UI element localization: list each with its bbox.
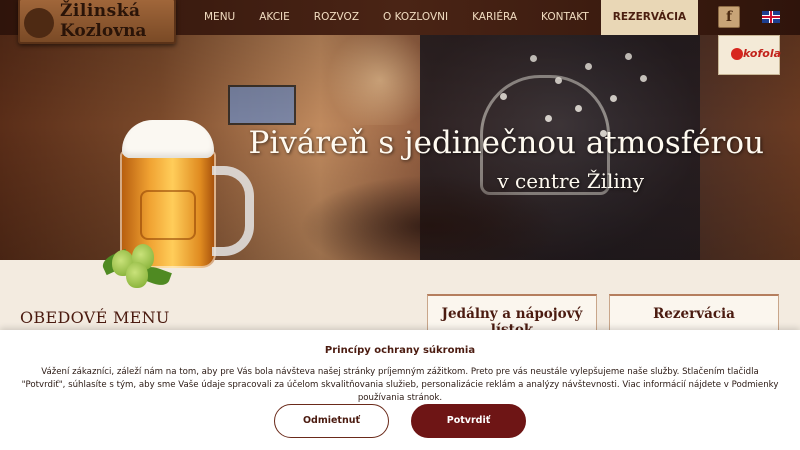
reservation-card-title: Rezervácia [653,306,735,322]
kofola-logo[interactable]: kofola [718,35,782,75]
goat-logo-icon [24,8,54,38]
decline-button[interactable]: Odmietnuť [274,404,389,438]
nav-item-o-kozlovni[interactable]: O KOZLOVNI [371,0,460,35]
logo-line-1: Žilinská [60,1,141,21]
logo[interactable]: Žilinská Kozlovna [18,0,176,44]
kofola-label: kofola [743,47,782,60]
main-nav: MENU AKCIE ROZVOZ O KOZLOVNI KARIÉRA KON… [192,0,699,35]
kofola-heart-icon [731,48,743,60]
facebook-icon[interactable]: f [718,6,740,28]
nav-item-kontakt[interactable]: KONTAKT [529,0,601,35]
confirm-button[interactable]: Potvrdiť [411,404,526,438]
nav-item-kariera[interactable]: KARIÉRA [460,0,529,35]
hero-subtitle: v centre Žiliny [497,169,644,193]
cookie-text: Vážení zákazníci, záleží nám na tom, aby… [21,367,779,403]
cookie-consent-banner: Princípy ochrany súkromia Vážení zákazní… [0,330,800,450]
hops-icon [99,244,174,292]
nav-item-menu[interactable]: MENU [192,0,247,35]
lunch-menu-heading[interactable]: OBEDOVÉ MENU [20,308,170,327]
nav-item-akcie[interactable]: AKCIE [247,0,302,35]
cookie-title: Princípy ochrany súkromia [324,345,476,356]
logo-line-2: Kozlovna [60,21,147,41]
nav-item-rozvoz[interactable]: ROZVOZ [302,0,371,35]
uk-flag-icon[interactable] [762,11,780,23]
site-header: Žilinská Kozlovna MENU AKCIE ROZVOZ O KO… [0,0,800,44]
hero-title: Piváreň s jedinečnou atmosférou [248,125,764,161]
nav-item-rezervacia[interactable]: REZERVÁCIA [600,0,699,35]
